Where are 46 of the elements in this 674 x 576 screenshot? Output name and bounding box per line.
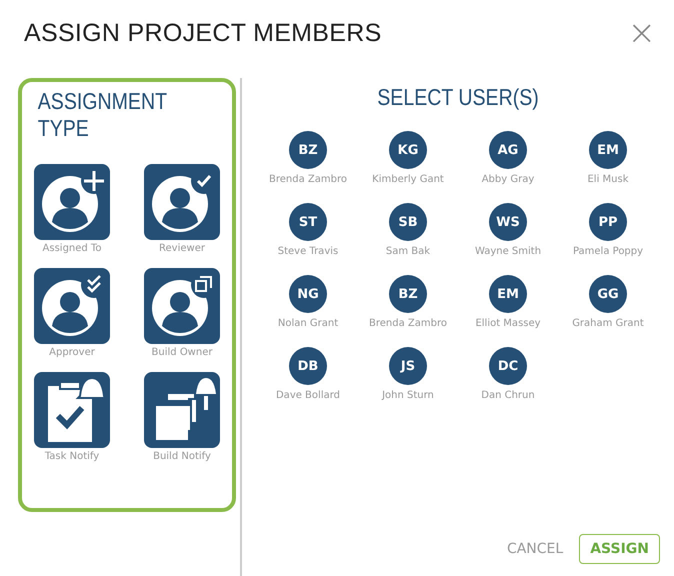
user-avatar[interactable]: PP: [589, 203, 627, 241]
user-avatar[interactable]: BZ: [289, 131, 327, 169]
user-avatar[interactable]: NG: [289, 275, 327, 313]
type-label: Task Notify: [44, 451, 100, 462]
user-avatar[interactable]: EM: [589, 131, 627, 169]
type-label: Assigned To: [42, 243, 102, 254]
type-label: Build Notify: [153, 451, 211, 462]
user-badge-icon[interactable]: [144, 164, 220, 240]
user-name: Brenda Zambro: [369, 318, 447, 329]
user-name: Abby Gray: [482, 174, 534, 185]
user-avatar[interactable]: ST: [289, 203, 327, 241]
user-name: Eli Musk: [587, 174, 629, 185]
user-avatar[interactable]: DC: [489, 347, 527, 385]
dialog-title: ASSIGN PROJECT MEMBERS: [24, 18, 382, 48]
user-avatar[interactable]: KG: [389, 131, 427, 169]
type-label: Reviewer: [159, 243, 205, 254]
user-avatar[interactable]: DB: [289, 347, 327, 385]
user-avatar[interactable]: BZ: [389, 275, 427, 313]
section-heading: SELECT USER(S): [377, 84, 539, 111]
user-badge-icon[interactable]: [34, 268, 110, 344]
user-name: Sam Bak: [386, 246, 430, 257]
user-avatar[interactable]: JS: [389, 347, 427, 385]
clipboard-bell-icon[interactable]: [34, 372, 110, 448]
user-name: Dan Chrun: [481, 390, 535, 401]
user-name: Wayne Smith: [474, 246, 542, 257]
user-name: Kimberly Gant: [372, 174, 444, 185]
type-label: Approver: [49, 347, 95, 358]
user-avatar[interactable]: AG: [489, 131, 527, 169]
user-badge-icon[interactable]: [34, 164, 110, 240]
user-avatar[interactable]: WS: [489, 203, 527, 241]
user-name: Dave Bollard: [276, 390, 340, 401]
user-name: Nolan Grant: [278, 318, 338, 329]
section-heading: ASSIGNMENT TYPE: [38, 88, 168, 142]
user-name: Pamela Poppy: [572, 246, 644, 257]
user-name: John Sturn: [382, 390, 434, 401]
user-avatar[interactable]: SB: [389, 203, 427, 241]
squares-bell-icon[interactable]: [144, 372, 220, 448]
user-name: Elliot Massey: [475, 318, 541, 329]
user-name: Steve Travis: [278, 246, 338, 257]
user-avatar[interactable]: EM: [489, 275, 527, 313]
user-name: Brenda Zambro: [269, 174, 347, 185]
user-name: Graham Grant: [572, 318, 644, 329]
user-avatar[interactable]: GG: [589, 275, 627, 313]
user-badge-icon[interactable]: [144, 268, 220, 344]
close-button[interactable]: ×: [624, 16, 660, 50]
type-label: Build Owner: [152, 347, 212, 358]
